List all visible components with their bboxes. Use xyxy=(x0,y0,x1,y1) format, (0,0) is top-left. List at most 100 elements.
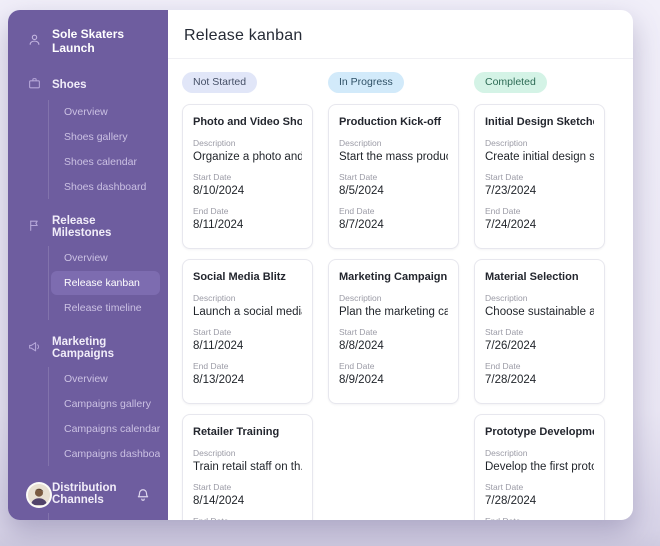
card-end-date-label: End Date xyxy=(339,361,448,371)
sidebar-item-overview[interactable]: Overview xyxy=(56,100,160,124)
card-start-date-label: Start Date xyxy=(193,327,302,337)
card-end-date-value: 8/9/2024 xyxy=(339,374,448,386)
flag-icon xyxy=(28,219,41,235)
card-start-date-value: 8/11/2024 xyxy=(193,340,302,352)
card-start-date-label: Start Date xyxy=(339,172,448,182)
card-description-label: Description xyxy=(485,138,594,148)
sidebar-item-campaigns-dashboard[interactable]: Campaigns dashboard xyxy=(56,442,160,466)
card-start-date-value: 8/5/2024 xyxy=(339,185,448,197)
card-end-date-label: End Date xyxy=(193,361,302,371)
card-end-date-value: 8/7/2024 xyxy=(339,219,448,231)
sidebar-section-shoes: Shoes OverviewShoes galleryShoes calendar… xyxy=(8,70,168,199)
kanban-card[interactable]: Initial Design SketchesDescriptionCreate… xyxy=(474,104,605,249)
card-description-value: Choose sustainable a... xyxy=(485,306,594,318)
card-end-date-value: 8/11/2024 xyxy=(193,219,302,231)
kanban-card[interactable]: Prototype Development Description Develop … xyxy=(474,414,605,520)
card-start-date-value: 8/14/2024 xyxy=(193,495,302,507)
column-status-badge: Not Started xyxy=(182,72,257,93)
card-description-label: Description xyxy=(339,138,448,148)
card-description-value: Organize a photo and ... xyxy=(193,151,302,163)
sidebar-item-shoes-gallery[interactable]: Shoes gallery xyxy=(56,125,160,149)
column-status-badge: In Progress xyxy=(328,72,404,93)
card-start-date-value: 8/8/2024 xyxy=(339,340,448,352)
card-end-date-value: 7/28/2024 xyxy=(485,374,594,386)
sidebar-section-release-milestones: Release Milestones OverviewRelease kanban… xyxy=(8,208,168,320)
sidebar-item-campaigns-calendar[interactable]: Campaigns calendar xyxy=(56,417,160,441)
sidebar-section-header[interactable]: Shoes xyxy=(8,70,168,99)
sidebar: Sole Skaters Launch ShoesOverviewShoes g… xyxy=(8,10,168,520)
card-end-date-value: 8/13/2024 xyxy=(193,374,302,386)
card-title: Material Selection xyxy=(485,271,594,283)
sidebar-item-shoes-calendar[interactable]: Shoes calendar xyxy=(56,150,160,174)
user-avatar[interactable] xyxy=(26,482,52,508)
card-start-date-value: 8/10/2024 xyxy=(193,185,302,197)
card-end-date-label: End Date xyxy=(485,206,594,216)
card-start-date-label: Start Date xyxy=(485,172,594,182)
sidebar-section-label: Marketing Campaigns xyxy=(52,336,156,360)
sidebar-section-header[interactable]: Release Milestones xyxy=(8,208,168,245)
card-start-date-label: Start Date xyxy=(485,327,594,337)
kanban-card[interactable]: Marketing Campaign Plan... Description Pla… xyxy=(328,259,459,404)
app-window: Sole Skaters Launch ShoesOverviewShoes g… xyxy=(8,10,633,520)
page-title: Release kanban xyxy=(184,27,617,45)
card-description-label: Description xyxy=(485,293,594,303)
card-description-value: Develop the first proto... xyxy=(485,461,594,473)
bell-icon[interactable] xyxy=(136,488,150,502)
card-start-date-value: 7/23/2024 xyxy=(485,185,594,197)
card-start-date-value: 7/28/2024 xyxy=(485,495,594,507)
card-description-value: Train retail staff on th... xyxy=(193,461,302,473)
card-end-date-label: End Date xyxy=(193,206,302,216)
sidebar-section-label: Shoes xyxy=(52,79,87,91)
kanban-card[interactable]: Photo and Video Shoot Description Organize… xyxy=(182,104,313,249)
card-start-date-label: Start Date xyxy=(193,482,302,492)
card-start-date-label: Start Date xyxy=(339,327,448,337)
sidebar-item-overview[interactable]: Overview xyxy=(56,367,160,391)
sidebar-item-shoes-dashboard[interactable]: Shoes dashboard xyxy=(56,175,160,199)
main-header: Release kanban xyxy=(168,10,633,59)
kanban-column-in-progress: In Progress Production Kick-off Descriptio… xyxy=(328,72,459,414)
workspace-header[interactable]: Sole Skaters Launch xyxy=(8,10,168,61)
card-title: Retailer Training xyxy=(193,426,302,438)
card-end-date-label: End Date xyxy=(485,516,594,520)
kanban-board: Not Started Photo and Video Shoot Descript… xyxy=(168,59,633,520)
card-description-value: Launch a social media... xyxy=(193,306,302,318)
workspace-title: Sole Skaters Launch xyxy=(52,27,156,55)
card-title: Social Media Blitz xyxy=(193,271,302,283)
card-title: Production Kick-off xyxy=(339,116,448,128)
sidebar-section-label: Release Milestones xyxy=(52,215,156,239)
card-title: Marketing Campaign Plan... xyxy=(339,271,448,283)
avatar-photo xyxy=(28,484,50,506)
card-description-label: Description xyxy=(193,293,302,303)
sidebar-item-release-timeline[interactable]: Release timeline xyxy=(56,296,160,320)
card-description-value: Plan the marketing ca... xyxy=(339,306,448,318)
sidebar-nav: ShoesOverviewShoes galleryShoes calendar… xyxy=(8,70,168,520)
kanban-card[interactable]: Material Selection Description Choose sust… xyxy=(474,259,605,404)
kanban-card[interactable]: Retailer Training Description Train retail… xyxy=(182,414,313,520)
card-description-value: Start the mass produc... xyxy=(339,151,448,163)
kanban-column-not-started: Not Started Photo and Video Shoot Descript… xyxy=(182,72,313,520)
card-description-label: Description xyxy=(485,448,594,458)
briefcase-icon xyxy=(28,77,41,93)
kanban-card[interactable]: Production Kick-off Description Start the … xyxy=(328,104,459,249)
card-title: Photo and Video Shoot xyxy=(193,116,302,128)
card-start-date-label: Start Date xyxy=(193,172,302,182)
card-start-date-label: Start Date xyxy=(485,482,594,492)
sidebar-item-release-kanban[interactable]: Release kanban xyxy=(51,271,160,295)
kanban-column-completed: CompletedInitial Design SketchesDescript… xyxy=(474,72,605,520)
user-icon xyxy=(28,33,41,49)
card-description-label: Description xyxy=(193,448,302,458)
card-end-date-label: End Date xyxy=(193,516,302,520)
kanban-card[interactable]: Social Media Blitz Description Launch a so… xyxy=(182,259,313,404)
megaphone-icon xyxy=(28,340,41,356)
sidebar-section-items: OverviewRelease kanbanRelease timeline xyxy=(48,246,160,320)
card-description-label: Description xyxy=(193,138,302,148)
card-title: Prototype Development xyxy=(485,426,594,438)
sidebar-section-header[interactable]: Marketing Campaigns xyxy=(8,329,168,366)
card-end-date-label: End Date xyxy=(485,361,594,371)
sidebar-item-campaigns-gallery[interactable]: Campaigns gallery xyxy=(56,392,160,416)
card-description-label: Description xyxy=(339,293,448,303)
sidebar-item-overview[interactable]: Overview xyxy=(56,246,160,270)
card-title: Initial Design Sketches xyxy=(485,116,594,128)
sidebar-section-items: OverviewShoes galleryShoes calendarShoes… xyxy=(48,100,160,199)
sidebar-footer xyxy=(8,472,168,520)
